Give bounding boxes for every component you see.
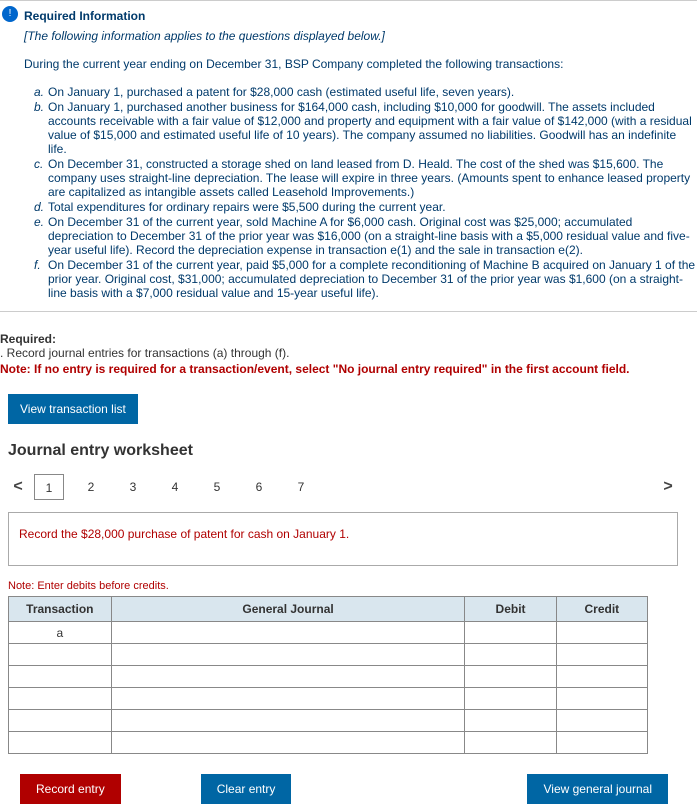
clear-entry-button[interactable]: Clear entry — [201, 774, 292, 804]
table-row — [9, 732, 648, 754]
chevron-right-icon[interactable]: > — [658, 478, 678, 496]
info-badge: ! — [2, 6, 18, 22]
tx-item: a.On January 1, purchased a patent for $… — [34, 85, 697, 99]
transaction-list: a.On January 1, purchased a patent for $… — [24, 85, 697, 300]
table-row — [9, 666, 648, 688]
required-info-box: Required Information [The following info… — [0, 0, 697, 312]
cell-credit[interactable] — [556, 732, 647, 754]
cell-account[interactable] — [111, 710, 465, 732]
tx-item: d.Total expenditures for ordinary repair… — [34, 200, 697, 214]
view-general-journal-button[interactable]: View general journal — [527, 774, 668, 804]
col-transaction: Transaction — [9, 597, 112, 622]
required-line: . Record journal entries for transaction… — [0, 346, 697, 360]
cell-credit[interactable] — [556, 710, 647, 732]
prompt-text: Record the $28,000 purchase of patent fo… — [19, 527, 349, 541]
intro-text: During the current year ending on Decemb… — [24, 57, 697, 71]
view-transaction-list-button[interactable]: View transaction list — [8, 394, 138, 424]
col-credit: Credit — [556, 597, 647, 622]
tx-item: b.On January 1, purchased another busine… — [34, 100, 697, 156]
cell-debit[interactable] — [465, 644, 556, 666]
cell-debit[interactable] — [465, 666, 556, 688]
required-header: Required: — [0, 332, 697, 346]
applies-note: [The following information applies to th… — [24, 29, 697, 43]
cell-debit[interactable] — [465, 732, 556, 754]
chevron-left-icon[interactable]: < — [8, 478, 28, 496]
tab-1[interactable]: 1 — [34, 474, 64, 500]
tab-6[interactable]: 6 — [244, 474, 274, 500]
required-info-title: Required Information — [24, 9, 697, 23]
cell-transaction: a — [9, 622, 112, 644]
journal-entry-table: Transaction General Journal Debit Credit… — [8, 596, 648, 754]
record-entry-button[interactable]: Record entry — [20, 774, 121, 804]
required-note: Note: If no entry is required for a tran… — [0, 362, 697, 376]
tab-7[interactable]: 7 — [286, 474, 316, 500]
tab-3[interactable]: 3 — [118, 474, 148, 500]
cell-debit[interactable] — [465, 710, 556, 732]
cell-credit[interactable] — [556, 666, 647, 688]
cell-debit[interactable] — [465, 622, 556, 644]
table-row — [9, 710, 648, 732]
cell-account[interactable] — [111, 688, 465, 710]
tab-row: < 1 2 3 4 5 6 7 > — [8, 474, 678, 500]
tab-2[interactable]: 2 — [76, 474, 106, 500]
tab-5[interactable]: 5 — [202, 474, 232, 500]
cell-debit[interactable] — [465, 688, 556, 710]
cell-credit[interactable] — [556, 622, 647, 644]
tx-item: c.On December 31, constructed a storage … — [34, 157, 697, 199]
cell-account[interactable] — [111, 732, 465, 754]
prompt-box: Record the $28,000 purchase of patent fo… — [8, 512, 678, 566]
tx-item: e.On December 31 of the current year, so… — [34, 215, 697, 257]
cell-account[interactable] — [111, 666, 465, 688]
tx-item: f.On December 31 of the current year, pa… — [34, 258, 697, 300]
cell-credit[interactable] — [556, 644, 647, 666]
col-general-journal: General Journal — [111, 597, 465, 622]
cell-account[interactable] — [111, 644, 465, 666]
tab-4[interactable]: 4 — [160, 474, 190, 500]
debits-before-credits-note: Note: Enter debits before credits. — [8, 580, 697, 592]
table-row: a — [9, 622, 648, 644]
table-row — [9, 688, 648, 710]
table-row — [9, 644, 648, 666]
cell-account[interactable] — [111, 622, 465, 644]
cell-credit[interactable] — [556, 688, 647, 710]
col-debit: Debit — [465, 597, 556, 622]
worksheet-title: Journal entry worksheet — [8, 442, 697, 460]
